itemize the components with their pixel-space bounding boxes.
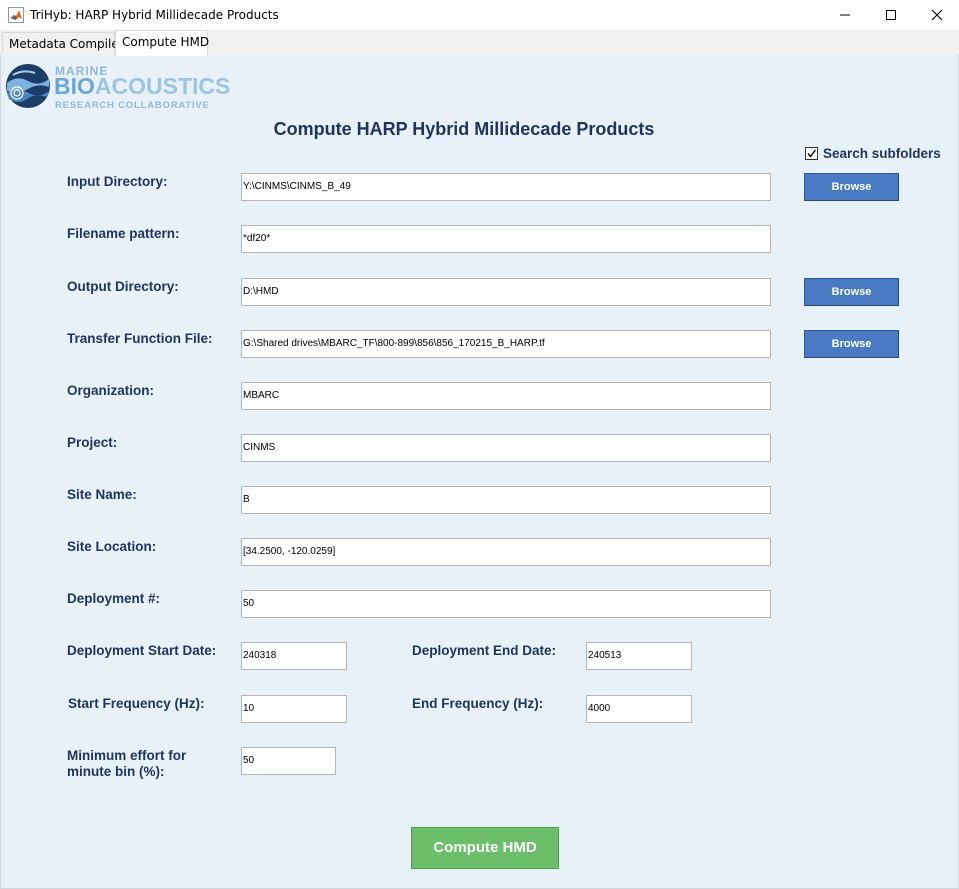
logo-text-bioacoustics: BIOACOUSTICS (54, 73, 230, 100)
page-title: Compute HARP Hybrid Millidecade Products (273, 119, 655, 139)
input-directory-label: Input Directory: (67, 174, 168, 189)
site-location-label: Site Location: (67, 539, 157, 554)
minimum-effort-label-line2: minute bin (%): (67, 764, 165, 779)
project-label: Project: (67, 435, 118, 450)
input-directory-field[interactable]: Y:\CINMS\CINMS_B_49 (241, 173, 771, 201)
minimum-effort-field[interactable]: 50 (241, 747, 336, 775)
site-name-field[interactable]: B (241, 486, 771, 514)
search-subfolders-checkbox[interactable] (805, 146, 818, 160)
deployment-end-date-field[interactable]: 240513 (586, 642, 692, 670)
tab-metadata-compiler[interactable]: Metadata Compiler (2, 32, 124, 54)
browse-transfer-function-button[interactable]: Browse (804, 330, 899, 358)
logo-text-research-collaborative: RESEARCH COLLABORATIVE (55, 100, 210, 111)
checkmark-icon (807, 149, 817, 158)
organization-field[interactable]: MBARC (241, 382, 771, 410)
tab-compute-hmd[interactable]: Compute HMD (115, 30, 209, 56)
output-directory-label: Output Directory: (67, 279, 179, 294)
minimum-effort-label: Minimum effort for minute bin (%): (67, 748, 186, 780)
start-frequency-field[interactable]: 10 (241, 695, 347, 723)
maximize-icon (886, 10, 896, 20)
start-frequency-label: Start Frequency (Hz): (68, 696, 205, 711)
tab-bar: Metadata Compiler Compute HMD (0, 30, 959, 56)
deployment-number-field[interactable]: 50 (241, 590, 771, 618)
compute-hmd-button[interactable]: Compute HMD (411, 827, 559, 869)
matlab-app-icon (8, 7, 24, 23)
browse-output-directory-button[interactable]: Browse (804, 278, 899, 306)
filename-pattern-label: Filename pattern: (67, 226, 180, 241)
minimize-icon (840, 14, 850, 16)
minimum-effort-label-line1: Minimum effort for (67, 748, 187, 763)
close-button[interactable] (914, 0, 959, 30)
transfer-function-file-field[interactable]: G:\Shared drives\MBARC_TF\800-899\856\85… (241, 330, 771, 358)
deployment-start-date-field[interactable]: 240318 (241, 642, 347, 670)
maximize-button[interactable] (868, 0, 914, 30)
end-frequency-field[interactable]: 4000 (586, 695, 692, 723)
end-frequency-label: End Frequency (Hz): (412, 696, 544, 711)
project-field[interactable]: CINMS (241, 434, 771, 462)
close-icon (931, 9, 943, 21)
title-bar: TriHyb: HARP Hybrid Millidecade Products (0, 0, 959, 30)
wave-logo-icon (6, 64, 50, 108)
search-subfolders-option[interactable]: Search subfolders (805, 145, 941, 161)
logo-text-acoustics: ACOUSTICS (94, 73, 231, 99)
transfer-function-file-label: Transfer Function File: (67, 331, 213, 346)
site-location-field[interactable]: [34.2500, -120.0259] (241, 538, 771, 566)
site-name-label: Site Name: (67, 487, 137, 502)
browse-input-directory-button[interactable]: Browse (804, 173, 899, 201)
deployment-number-label: Deployment #: (67, 591, 161, 606)
organization-label: Organization: (67, 383, 154, 398)
logo-text-bio: BIO (54, 73, 95, 99)
search-subfolders-label: Search subfolders (823, 145, 941, 161)
minimize-button[interactable] (822, 0, 868, 30)
mbarc-logo: MARINE BIOACOUSTICS RESEARCH COLLABORATI… (5, 61, 245, 111)
deployment-end-date-label: Deployment End Date: (412, 643, 557, 658)
window-title: TriHyb: HARP Hybrid Millidecade Products (30, 8, 279, 22)
deployment-start-date-label: Deployment Start Date: (67, 643, 217, 658)
output-directory-field[interactable]: D:\HMD (241, 278, 771, 306)
compute-hmd-panel: MARINE BIOACOUSTICS RESEARCH COLLABORATI… (0, 55, 959, 889)
filename-pattern-field[interactable]: *df20* (241, 225, 771, 253)
